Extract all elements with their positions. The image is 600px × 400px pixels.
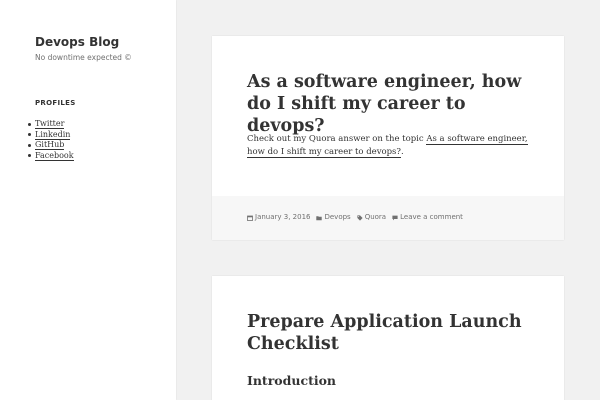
calendar-icon	[247, 215, 253, 221]
bullet-icon	[28, 133, 31, 136]
post-meta: January 3, 2016 Devops Quora Leave a com…	[247, 213, 469, 222]
bullet-icon	[28, 154, 31, 157]
bullet-icon	[28, 143, 31, 147]
profiles-widget-title: PROFILES	[35, 99, 76, 107]
comment-icon	[392, 215, 398, 221]
list-item: Facebook	[28, 150, 74, 162]
list-item: Twitter	[28, 119, 74, 130]
post-date: January 3, 2016	[247, 213, 310, 222]
site-title-link[interactable]: Devops Blog	[35, 35, 119, 50]
profile-link-github[interactable]: GitHub	[35, 140, 65, 150]
folder-icon	[316, 215, 323, 221]
list-item: Linkedin	[28, 129, 74, 141]
post-category: Devops	[316, 213, 351, 222]
profile-link-twitter[interactable]: Twitter	[35, 119, 65, 129]
category-link[interactable]: Devops	[324, 213, 350, 222]
post-title-link[interactable]: As a software engineer, how do I shift m…	[247, 71, 547, 137]
site-description: No downtime expected ©	[35, 53, 132, 62]
profile-link-facebook[interactable]: Facebook	[35, 150, 74, 161]
bullet-icon	[28, 122, 31, 126]
post-tag: Quora	[357, 213, 386, 222]
post-body-suffix: .	[400, 147, 404, 157]
post-comments: Leave a comment	[392, 213, 463, 222]
section-heading: Introduction	[247, 373, 337, 388]
leave-comment-link[interactable]: Leave a comment	[400, 213, 463, 222]
post-card: As a software engineer, how do I shift m…	[212, 36, 564, 240]
profile-link-linkedin[interactable]: Linkedin	[35, 129, 71, 140]
post-date-link[interactable]: January 3, 2016	[255, 213, 310, 222]
post-content: Check out my Quora answer on the topic A…	[247, 133, 537, 159]
post-body-text: Check out my Quora answer on the topic	[247, 134, 427, 144]
post-footer: January 3, 2016 Devops Quora Leave a com…	[212, 196, 564, 240]
tag-icon	[357, 214, 363, 221]
tag-link[interactable]: Quora	[365, 213, 386, 222]
sidebar: Devops Blog No downtime expected © PROFI…	[0, 0, 176, 400]
post-title-link[interactable]: Prepare Application Launch Checklist	[247, 311, 547, 355]
post-card: Prepare Application Launch Checklist Int…	[212, 276, 564, 400]
list-item: GitHub	[28, 140, 74, 151]
profiles-list: Twitter Linkedin GitHub Facebook	[28, 119, 74, 162]
